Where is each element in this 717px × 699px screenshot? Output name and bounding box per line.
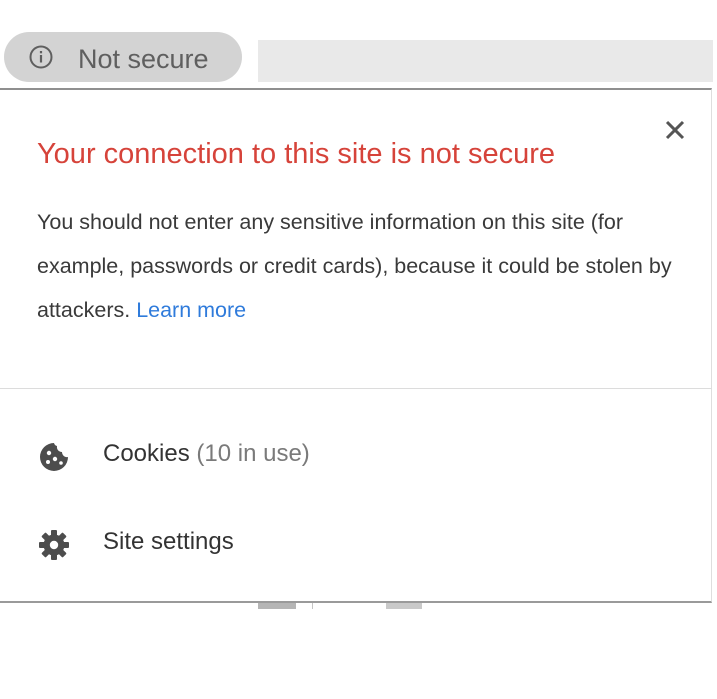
cookies-count: (10 in use) <box>196 440 310 467</box>
url-input[interactable] <box>258 40 713 82</box>
browser-page: Not secure Your connection to this site … <box>0 0 717 699</box>
background-tab-edge <box>386 603 422 609</box>
divider <box>0 388 712 389</box>
site-info-popup: Your connection to this site is not secu… <box>0 88 712 603</box>
background-tab-edge <box>258 603 296 609</box>
background-divider <box>312 603 313 609</box>
popup-body: You should not enter any sensitive infor… <box>37 200 687 332</box>
site-settings-label: Site settings <box>103 528 234 555</box>
close-icon <box>660 120 690 149</box>
learn-more-link[interactable]: Learn more <box>136 298 246 322</box>
address-bar: Not secure <box>0 26 717 88</box>
cookies-row[interactable]: Cookies (10 in use) <box>0 422 712 486</box>
popup-title: Your connection to this site is not secu… <box>37 138 556 170</box>
security-status-label: Not secure <box>78 44 209 74</box>
close-button[interactable] <box>660 115 690 145</box>
cookies-title: Cookies <box>103 440 190 467</box>
site-settings-row[interactable]: Site settings <box>0 510 712 574</box>
gear-icon <box>37 528 71 562</box>
warning-text: You should not enter any sensitive infor… <box>37 210 672 322</box>
cookies-label: Cookies (10 in use) <box>103 440 310 468</box>
info-circle-icon <box>29 45 53 69</box>
security-status-chip[interactable]: Not secure <box>4 32 242 82</box>
cookie-icon <box>37 440 71 474</box>
